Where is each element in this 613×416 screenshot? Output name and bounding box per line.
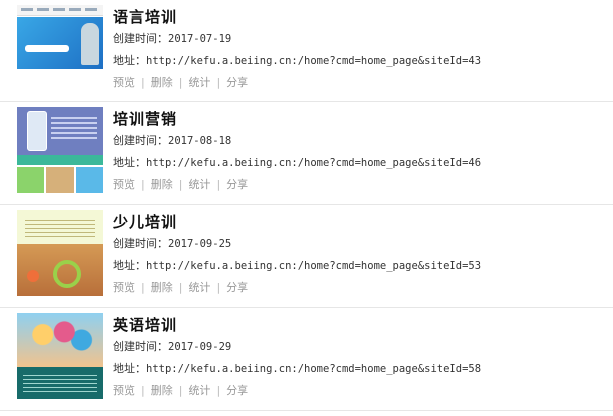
site-address: 地址：http://kefu.a.beiing.cn:/home?cmd=hom… <box>113 362 482 375</box>
site-thumbnail[interactable] <box>17 210 103 296</box>
site-card: 语言培训 创建时间：2017-07-19 地址：http://kefu.a.be… <box>0 0 613 102</box>
delete-link[interactable]: 删除 <box>151 76 173 89</box>
preview-link[interactable]: 预览 <box>113 178 135 191</box>
site-title: 语言培训 <box>113 8 178 26</box>
site-address: 地址：http://kefu.a.beiing.cn:/home?cmd=hom… <box>113 156 482 169</box>
created-date: 创建时间：2017-07-19 <box>113 32 232 45</box>
stats-link[interactable]: 统计 <box>188 384 210 397</box>
created-date: 创建时间：2017-09-29 <box>113 340 232 353</box>
stats-link[interactable]: 统计 <box>188 281 210 294</box>
tile-tan <box>46 167 74 193</box>
created-date: 创建时间：2017-08-18 <box>113 134 232 147</box>
stats-link[interactable]: 统计 <box>188 178 210 191</box>
delete-link[interactable]: 删除 <box>151 178 173 191</box>
site-card: 英语培训 创建时间：2017-09-29 地址：http://kefu.a.be… <box>0 308 613 411</box>
preview-link[interactable]: 预览 <box>113 384 135 397</box>
ring-icon <box>53 260 81 288</box>
preview-link[interactable]: 预览 <box>113 281 135 294</box>
action-bar: 预览 | 删除 | 统计 | 分享 <box>113 76 249 89</box>
share-link[interactable]: 分享 <box>226 178 248 191</box>
site-address: 地址：http://kefu.a.beiing.cn:/home?cmd=hom… <box>113 259 482 272</box>
share-link[interactable]: 分享 <box>226 281 248 294</box>
site-title: 英语培训 <box>113 316 178 334</box>
thumbnail-footer <box>17 71 103 91</box>
ball-icon <box>27 270 39 282</box>
action-bar: 预览 | 删除 | 统计 | 分享 <box>113 178 249 191</box>
tile-blue <box>75 167 103 193</box>
share-link[interactable]: 分享 <box>226 76 248 89</box>
site-thumbnail[interactable] <box>17 313 103 399</box>
site-card: 培训营销 创建时间：2017-08-18 地址：http://kefu.a.be… <box>0 102 613 205</box>
preview-link[interactable]: 预览 <box>113 76 135 89</box>
site-list: 语言培训 创建时间：2017-07-19 地址：http://kefu.a.be… <box>0 0 613 411</box>
delete-link[interactable]: 删除 <box>151 281 173 294</box>
action-bar: 预览 | 删除 | 统计 | 分享 <box>113 384 249 397</box>
action-bar: 预览 | 删除 | 统计 | 分享 <box>113 281 249 294</box>
tile-green <box>17 167 45 193</box>
share-link[interactable]: 分享 <box>226 384 248 397</box>
phone-icon <box>27 111 47 151</box>
site-title: 培训营销 <box>113 110 178 128</box>
stats-link[interactable]: 统计 <box>188 76 210 89</box>
thumbnail-nav <box>17 5 103 16</box>
site-title: 少儿培训 <box>113 213 178 231</box>
site-address: 地址：http://kefu.a.beiing.cn:/home?cmd=hom… <box>113 54 482 67</box>
site-thumbnail[interactable] <box>17 5 103 91</box>
delete-link[interactable]: 删除 <box>151 384 173 397</box>
site-thumbnail[interactable] <box>17 107 103 193</box>
site-card: 少儿培训 创建时间：2017-09-25 地址：http://kefu.a.be… <box>0 205 613 308</box>
created-date: 创建时间：2017-09-25 <box>113 237 232 250</box>
thumbnail-banner <box>17 17 103 69</box>
